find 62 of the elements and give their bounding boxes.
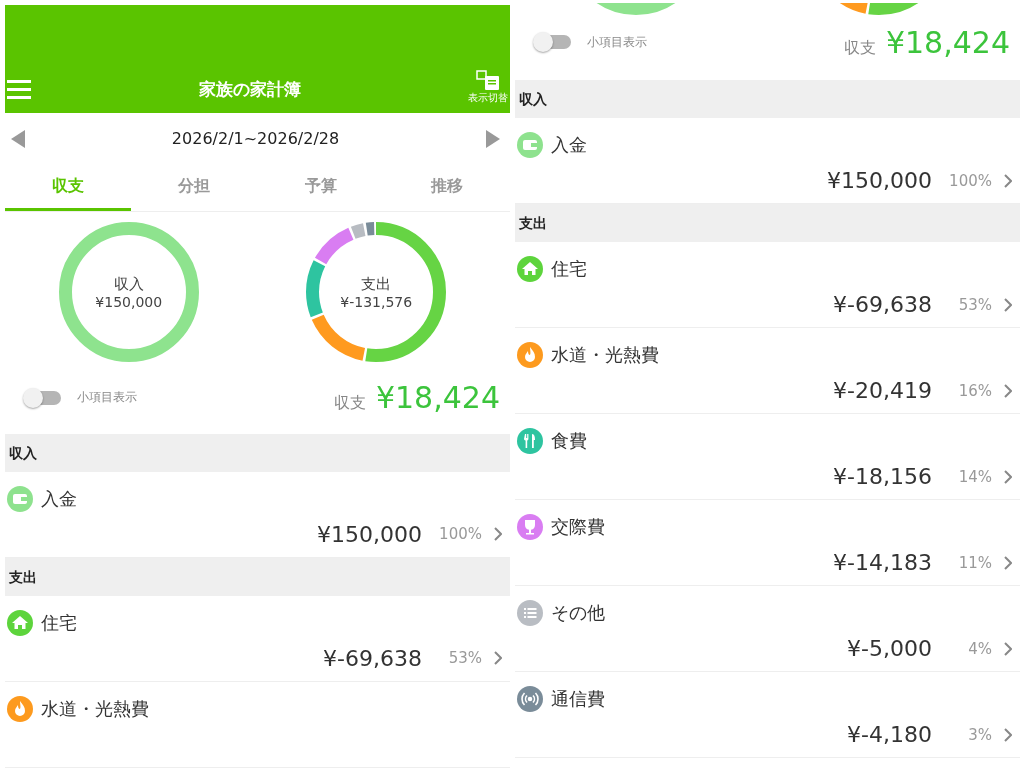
balance-label: 収支 xyxy=(843,37,876,59)
category-amount: ¥-14,183 xyxy=(833,550,932,575)
section-header: 支出 xyxy=(515,204,1020,242)
toggle-label: 小項目表示 xyxy=(77,389,137,407)
balance-label: 収支 xyxy=(333,393,366,415)
tab[interactable]: 分担 xyxy=(131,164,258,212)
balance-amount: ¥18,424 xyxy=(375,380,500,416)
tab[interactable]: 予算 xyxy=(257,164,384,212)
view-toggle-button[interactable]: 表示切替 xyxy=(468,69,508,106)
category-percent: 53% xyxy=(957,295,992,314)
category-name: 入金 xyxy=(551,133,587,157)
donut-label: 収入 xyxy=(113,274,144,294)
section-header: 収入 xyxy=(5,434,510,472)
tab[interactable]: 推移 xyxy=(383,164,510,212)
chevron-right-icon[interactable] xyxy=(1004,297,1012,312)
chevron-right-icon[interactable] xyxy=(494,527,502,542)
category-name: 住宅 xyxy=(41,611,77,635)
chevron-right-icon[interactable] xyxy=(1004,641,1012,656)
category-name: 入金 xyxy=(41,487,77,511)
app-title: 家族の家計簿 xyxy=(198,78,301,102)
category-percent: 14% xyxy=(957,467,992,486)
category-amount: ¥150,000 xyxy=(827,168,932,193)
calendar-icon xyxy=(476,69,500,92)
toggle-label: 小項目表示 xyxy=(587,33,647,51)
category-percent: 53% xyxy=(447,649,482,668)
category-percent: 4% xyxy=(967,639,992,658)
date-range: 2026/2/1~2026/2/28 xyxy=(171,129,340,149)
section-header: 収入 xyxy=(515,80,1020,118)
chevron-right-icon[interactable] xyxy=(1004,383,1012,398)
tab[interactable]: 収支 xyxy=(5,164,132,212)
category-amount: ¥150,000 xyxy=(317,522,422,547)
category-name: 住宅 xyxy=(551,257,587,281)
category-name: 通信費 xyxy=(551,687,605,711)
category-amount: ¥-20,419 xyxy=(833,378,932,403)
next-arrow-icon[interactable] xyxy=(486,129,500,148)
category-name: 水道・光熱費 xyxy=(41,697,149,721)
menu-icon[interactable] xyxy=(7,79,31,100)
category-percent: 16% xyxy=(957,381,992,400)
category-percent: 11% xyxy=(957,553,992,572)
donut-label: 支出 xyxy=(361,274,392,294)
category-percent: 3% xyxy=(967,725,992,744)
donut-amount: ¥-131,576 xyxy=(340,293,413,310)
category-amount: ¥-4,180 xyxy=(847,722,932,747)
category-amount: ¥-5,000 xyxy=(847,636,932,661)
category-name: 交際費 xyxy=(551,515,605,539)
balance-amount: ¥18,424 xyxy=(885,24,1010,60)
chevron-right-icon[interactable] xyxy=(1004,727,1012,742)
section-header: 支出 xyxy=(5,558,510,596)
category-name: その他 xyxy=(551,601,605,625)
category-amount: ¥-69,638 xyxy=(833,292,932,317)
category-percent: 100% xyxy=(438,525,482,544)
category-percent: 100% xyxy=(948,171,992,190)
previous-arrow-icon[interactable] xyxy=(11,129,25,148)
chevron-right-icon[interactable] xyxy=(1004,173,1012,188)
category-name: 食費 xyxy=(551,429,587,453)
chevron-right-icon[interactable] xyxy=(1004,555,1012,570)
category-name: 水道・光熱費 xyxy=(551,343,659,367)
donut-amount: ¥150,000 xyxy=(95,293,163,310)
category-amount: ¥-18,156 xyxy=(833,464,932,489)
chevron-right-icon[interactable] xyxy=(1004,469,1012,484)
category-amount: ¥-69,638 xyxy=(323,646,422,671)
chevron-right-icon[interactable] xyxy=(494,651,502,666)
